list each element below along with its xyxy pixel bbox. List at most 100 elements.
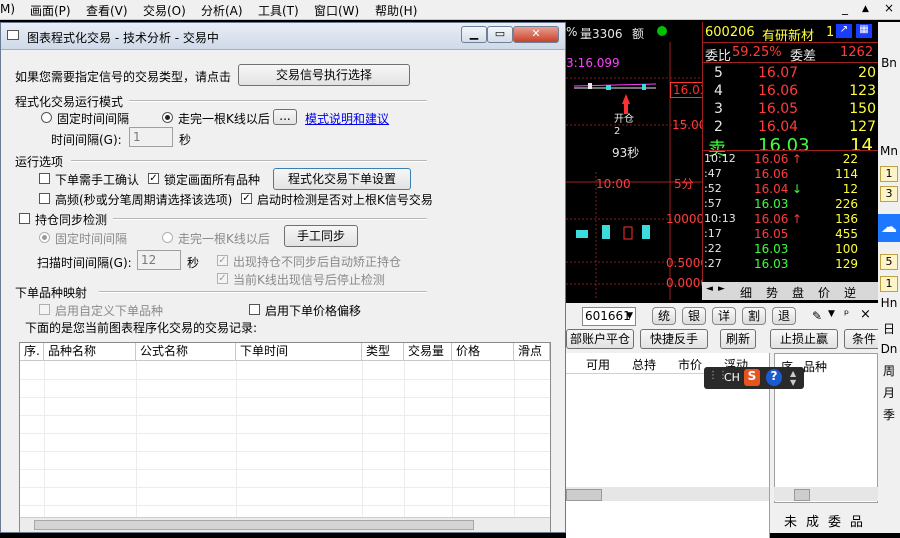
tick-price: 16.03	[754, 197, 789, 211]
sync-bar-label: 走完一根K线以后	[178, 232, 270, 246]
dialog-close-button[interactable]: ✕	[513, 26, 559, 43]
menu-down-icon[interactable]: ▼	[828, 309, 835, 319]
menu-item-view[interactable]: 查看(V)	[86, 2, 128, 19]
period-button[interactable]: 周	[880, 362, 898, 379]
order-settings-button[interactable]: 程式化交易下单设置	[273, 168, 411, 190]
action-button[interactable]: 快捷反手	[640, 329, 708, 349]
position-scrollbar[interactable]	[566, 487, 769, 501]
period-button[interactable]: 季	[880, 406, 898, 423]
high-freq-checkbox[interactable]	[39, 193, 50, 204]
table-column-header[interactable]: 交易量	[404, 343, 452, 361]
menu-item-tools[interactable]: 工具(T)	[258, 2, 299, 19]
cloud-icon[interactable]: ☁	[878, 214, 900, 242]
table-scroll-thumb[interactable]	[34, 520, 474, 530]
panel-close-icon[interactable]: ×	[860, 307, 871, 322]
bottom-tab[interactable]: 未	[784, 511, 797, 530]
dialog-title-bar[interactable]: 图表程式化交易 - 技术分析 - 交易中 ▁ ▭ ✕	[1, 23, 565, 50]
sync-auto-fix-checkbox[interactable]: ✓	[217, 255, 228, 266]
table-column-header[interactable]: 公式名称	[136, 343, 236, 361]
minimize-icon[interactable]: _	[842, 1, 848, 15]
bottom-tab[interactable]: 成	[806, 511, 819, 530]
signal-select-button[interactable]: 交易信号执行选择	[238, 64, 410, 86]
ime-menu-icon[interactable]: ▲ ▼	[790, 369, 796, 387]
mapping-divider	[99, 291, 427, 293]
sync-fixed-radio[interactable]	[39, 232, 50, 243]
quote-tab[interactable]: 价	[818, 284, 830, 301]
menu-item-screen[interactable]: 画面(P)	[30, 2, 71, 19]
account-select[interactable]: 601661 ▼	[582, 307, 636, 326]
menu-item-trade[interactable]: 交易(O)	[143, 2, 186, 19]
scan-input[interactable]: 12	[137, 250, 181, 270]
menu-item-window[interactable]: 窗口(W)	[314, 2, 359, 19]
quote-tab[interactable]: 势	[766, 284, 778, 301]
sync-bar-radio[interactable]	[162, 232, 173, 243]
action-button[interactable]: 部账户平仓	[566, 329, 634, 349]
period-num-button[interactable]: 1	[880, 276, 898, 292]
check-prev-signal-checkbox[interactable]: ✓	[241, 193, 252, 204]
menu-item-analysis[interactable]: 分析(A)	[201, 2, 243, 19]
table-column-header[interactable]: 类型	[362, 343, 404, 361]
lock-all-checkbox[interactable]: ✓	[148, 173, 159, 184]
pin-icon[interactable]: ᵖ	[844, 307, 849, 321]
tab-left-icon[interactable]: ◄	[706, 284, 713, 294]
ime-bar[interactable]: ⋮⋮ CH S ? ▲ ▼	[704, 367, 804, 389]
toolbar-button[interactable]: 割	[742, 307, 766, 325]
kline-chart[interactable]: % 量3306 额 3:16.099 16.03 15.00 开仓 2 93秒 …	[566, 22, 711, 300]
help-icon[interactable]: ?	[766, 369, 782, 386]
tab-right-icon[interactable]: ►	[718, 284, 725, 294]
bottom-tab[interactable]: 品	[850, 511, 863, 530]
mode-help-link[interactable]: 模式说明和建议	[305, 110, 389, 127]
main-menu-bar: M) 画面(P) 查看(V) 交易(O) 分析(A) 工具(T) 窗口(W) 帮…	[0, 0, 900, 20]
quote-tab[interactable]: 细	[740, 284, 752, 301]
table-grid-col	[514, 361, 515, 517]
manual-sync-button[interactable]: 手工同步	[284, 225, 358, 247]
menu-item-m[interactable]: M)	[0, 2, 15, 16]
action-button[interactable]: 止损止赢	[770, 329, 838, 349]
menu-item-help[interactable]: 帮助(H)	[375, 2, 417, 19]
sync-stop-detect-checkbox[interactable]: ✓	[217, 273, 228, 284]
quote-tab[interactable]: 逆	[844, 284, 856, 301]
mode-bar-radio[interactable]	[162, 112, 173, 123]
table-column-header[interactable]: 下单时间	[236, 343, 362, 361]
price-offset-checkbox[interactable]	[249, 304, 260, 315]
dialog-maximize-button[interactable]: ▭	[487, 26, 513, 43]
table-column-header[interactable]: 价格	[452, 343, 514, 361]
period-num-button[interactable]: 1	[880, 166, 898, 182]
table-scrollbar[interactable]	[20, 517, 550, 532]
toolbar-button[interactable]: 银	[682, 307, 706, 325]
trade-records-table[interactable]: 序. 品种名称 公式名称 下单时间 类型 交易量 价格 滑点	[19, 342, 551, 532]
tool-icon[interactable]: ✎	[812, 309, 822, 323]
close-icon[interactable]: ×	[884, 1, 894, 15]
action-button[interactable]: 刷新	[720, 329, 756, 349]
manual-confirm-checkbox[interactable]	[39, 173, 50, 184]
period-button[interactable]: Bn	[880, 56, 898, 70]
toolbar-button[interactable]: 退	[772, 307, 796, 325]
period-button[interactable]: 月	[880, 384, 898, 401]
period-button[interactable]: Dn	[880, 342, 898, 356]
period-button[interactable]: Hn	[880, 296, 898, 310]
toolbar-button[interactable]: 统	[652, 307, 676, 325]
toolbar-button[interactable]: 详	[712, 307, 736, 325]
grid-icon[interactable]: ▦	[856, 24, 872, 38]
interval-input[interactable]: 1	[129, 127, 173, 147]
period-num-button[interactable]: 3	[880, 186, 898, 202]
table-column-header[interactable]: 滑点	[514, 343, 550, 361]
period-button[interactable]: 日	[880, 320, 898, 337]
bottom-tab[interactable]: 委	[828, 511, 841, 530]
restore-icon[interactable]: ▲	[862, 4, 869, 14]
chart-price-tag: 3:16.099	[566, 56, 620, 70]
mapping-custom-checkbox[interactable]	[39, 304, 50, 315]
sync-check-checkbox[interactable]	[19, 213, 30, 224]
sogou-icon[interactable]: S	[744, 369, 760, 386]
dialog-minimize-button[interactable]: ▁	[461, 26, 487, 43]
period-num-button[interactable]: 5	[880, 254, 898, 270]
table-column-header[interactable]: 序.	[20, 343, 44, 361]
quote-tab[interactable]: 盘	[792, 284, 804, 301]
tick-price: 16.03	[754, 257, 789, 271]
table-column-header[interactable]: 品种名称	[44, 343, 136, 361]
mode-dots-button[interactable]: ...	[273, 109, 297, 125]
mode-fixed-radio[interactable]	[41, 112, 52, 123]
period-button[interactable]: Mn	[880, 144, 898, 158]
order-scrollbar[interactable]	[774, 487, 878, 501]
chart-tool-icon[interactable]: ↗	[836, 24, 852, 38]
